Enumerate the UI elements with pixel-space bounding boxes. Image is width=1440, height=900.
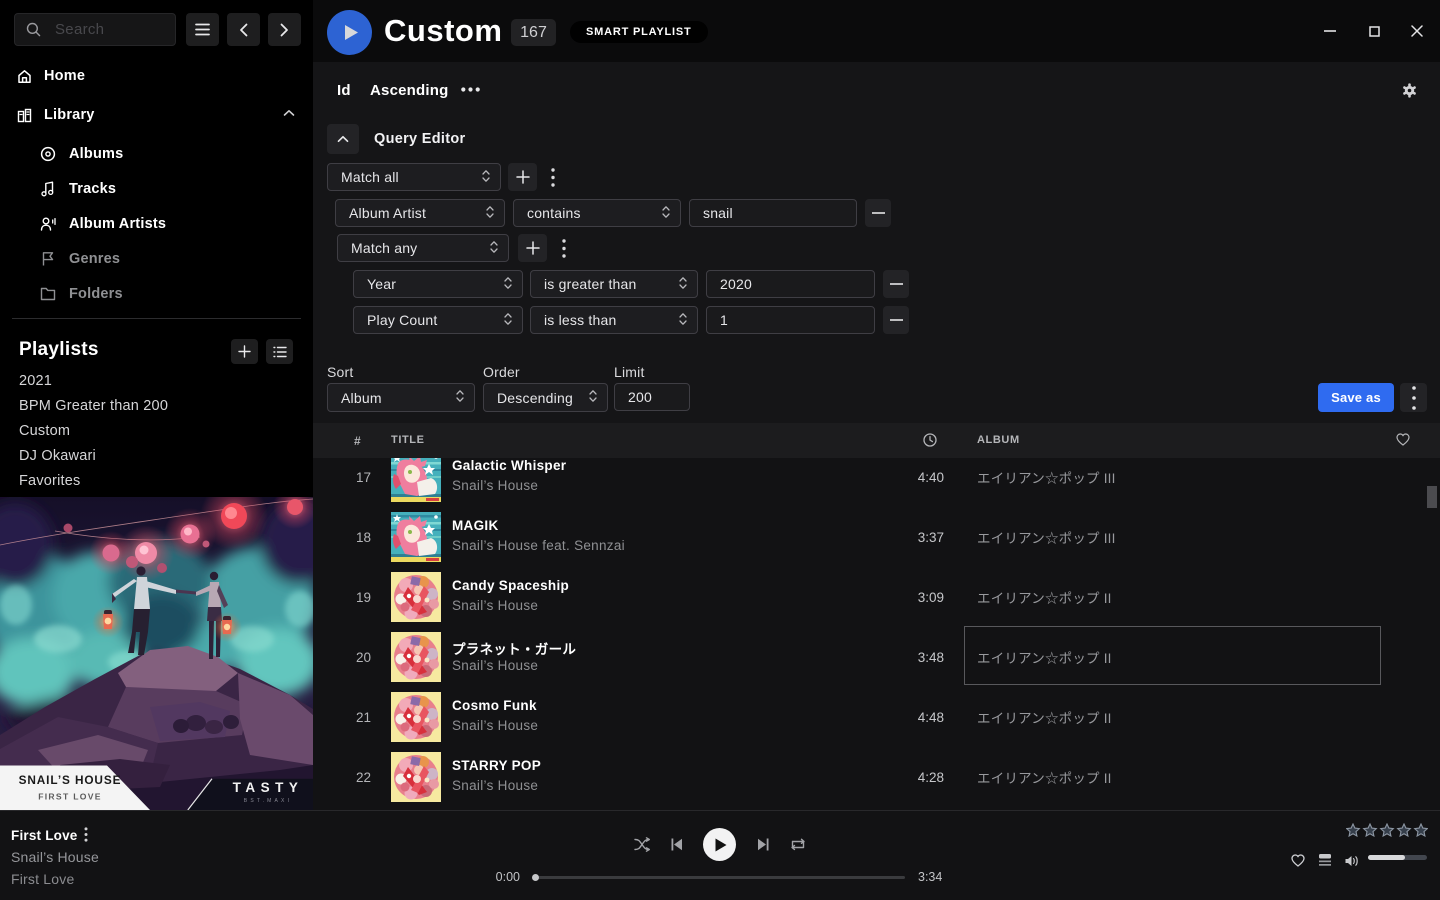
svg-text:BST.MAXI: BST.MAXI [244, 798, 292, 804]
svg-text:SNAIL’S HOUSE: SNAIL’S HOUSE [19, 773, 122, 787]
svg-text:TASTY: TASTY [233, 780, 304, 795]
svg-text:FIRST LOVE: FIRST LOVE [38, 792, 102, 802]
